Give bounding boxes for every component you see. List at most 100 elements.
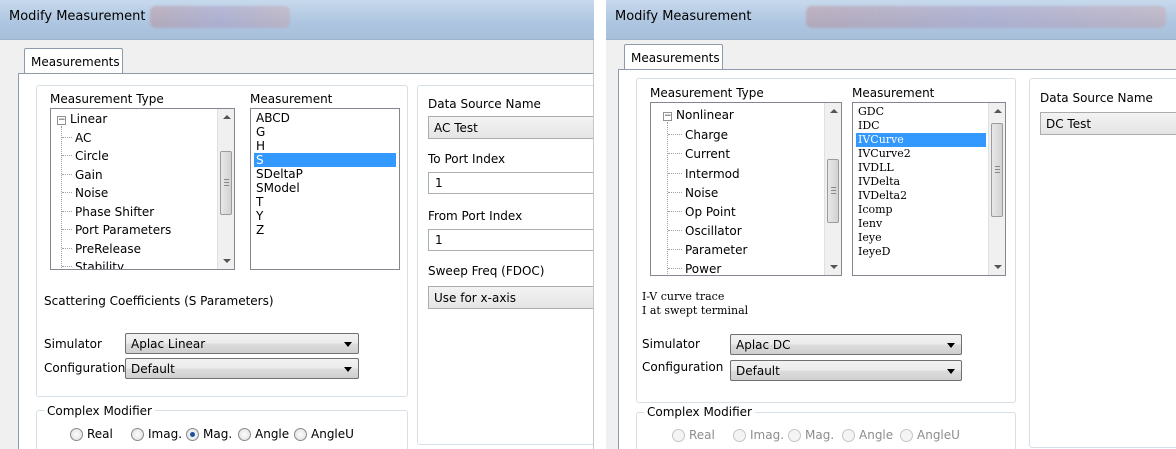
tree-item[interactable]: Oscillator — [685, 224, 742, 238]
list-item[interactable]: IeyeD — [856, 245, 986, 259]
scroll-down-icon[interactable] — [830, 265, 838, 269]
right-dialog-title: Modify Measurement — [615, 9, 752, 24]
tree-item[interactable]: Intermod — [685, 167, 740, 181]
scroll-up-icon[interactable] — [830, 109, 838, 113]
radio-imag[interactable] — [131, 428, 144, 441]
left-to-port-input[interactable]: 1 — [428, 172, 594, 194]
radio-mag[interactable] — [186, 428, 199, 441]
tree-item[interactable]: Gain — [75, 168, 103, 182]
list-item[interactable]: Y — [254, 209, 396, 223]
radio-label: Mag. — [805, 428, 835, 442]
radio-label: Real — [87, 427, 113, 441]
tree-item[interactable]: AC — [75, 131, 91, 145]
left-data-source-label: Data Source Name — [428, 97, 541, 111]
left-to-port-label: To Port Index — [428, 152, 506, 166]
left-dialog-title: Modify Measurement — [9, 9, 146, 24]
tree-item[interactable]: Op Point — [685, 205, 736, 219]
right-simulator-label: Simulator — [642, 337, 700, 351]
radio-mag[interactable] — [788, 429, 801, 442]
right-data-source-select[interactable]: DC Test — [1040, 112, 1176, 135]
tree-item[interactable]: Phase Shifter — [75, 205, 154, 219]
chevron-down-icon — [947, 343, 955, 348]
radio-angleu[interactable] — [900, 429, 913, 442]
radio-angle[interactable] — [238, 428, 251, 441]
list-item-selected[interactable]: IVCurve — [856, 133, 986, 147]
left-from-port-label: From Port Index — [428, 209, 523, 223]
tree-item-root[interactable]: Linear — [70, 112, 107, 126]
radio-angleu[interactable] — [294, 428, 307, 441]
list-item[interactable]: IDC — [856, 119, 986, 133]
right-configuration-label: Configuration — [642, 360, 724, 374]
left-measurement-type-tree[interactable]: − Linear AC Circle Gain Noise Phase Shif… — [50, 108, 235, 270]
list-item[interactable]: GDC — [856, 105, 986, 119]
list-item[interactable]: Icomp — [856, 203, 986, 217]
left-simulator-label: Simulator — [44, 337, 102, 351]
tree-item[interactable]: Charge — [685, 128, 728, 142]
collapse-icon[interactable]: − — [57, 116, 66, 125]
list-item-selected[interactable]: S — [254, 153, 396, 167]
list-scrollbar[interactable] — [988, 103, 1005, 275]
list-item[interactable]: Ienv — [856, 217, 986, 231]
list-item[interactable]: Z — [254, 223, 396, 237]
right-simulator-select[interactable]: Aplac DC — [730, 334, 962, 355]
right-configuration-select[interactable]: Default — [730, 360, 962, 381]
tree-scrollbar[interactable] — [824, 103, 841, 275]
tree-item[interactable]: Noise — [75, 186, 108, 200]
tree-item[interactable]: PreRelease — [75, 242, 141, 256]
list-item[interactable]: SDeltaP — [254, 167, 396, 181]
left-from-port-input[interactable]: 1 — [428, 229, 594, 251]
left-tab-measurements[interactable]: Measurements — [24, 48, 123, 74]
scroll-thumb[interactable] — [991, 123, 1003, 217]
list-item[interactable]: IVCurve2 — [856, 147, 986, 161]
left-configuration-select[interactable]: Default — [125, 358, 359, 379]
left-data-source-select[interactable]: AC Test — [428, 116, 594, 139]
left-sweep-select[interactable]: Use for x-axis — [428, 286, 594, 309]
left-measurement-list[interactable]: ABCD G H S SDeltaP SModel T Y Z — [250, 108, 400, 270]
tree-scrollbar[interactable] — [217, 109, 234, 269]
right-tab-measurements[interactable]: Measurements — [624, 44, 723, 70]
list-item[interactable]: T — [254, 195, 396, 209]
tree-item[interactable]: Power — [685, 262, 721, 275]
tree-item[interactable]: Stability — [75, 260, 124, 269]
right-measurement-type-label: Measurement Type — [650, 86, 764, 100]
list-item[interactable]: IVDelta — [856, 175, 986, 189]
radio-label: Imag. — [148, 427, 183, 441]
tree-item[interactable]: Circle — [75, 149, 109, 163]
left-dialog-edge — [593, 40, 594, 449]
list-item[interactable]: H — [254, 139, 396, 153]
tree-item[interactable]: Parameter — [685, 243, 747, 257]
tree-item[interactable]: Noise — [685, 186, 718, 200]
scroll-thumb[interactable] — [827, 159, 839, 223]
radio-real[interactable] — [70, 428, 83, 441]
radio-imag[interactable] — [733, 429, 746, 442]
radio-real[interactable] — [672, 429, 685, 442]
radio-label: Real — [689, 428, 715, 442]
scroll-up-icon[interactable] — [223, 115, 231, 119]
left-measurement-label: Measurement — [250, 92, 333, 106]
right-measurement-type-tree[interactable]: − Nonlinear Charge Current Intermod Nois… — [650, 102, 842, 276]
scroll-down-icon[interactable] — [994, 265, 1002, 269]
left-simulator-select[interactable]: Aplac Linear — [125, 333, 359, 354]
list-item[interactable]: Ieye — [856, 231, 986, 245]
tree-item-root[interactable]: Nonlinear — [676, 108, 734, 122]
list-item[interactable]: G — [254, 125, 396, 139]
chevron-down-icon — [947, 369, 955, 374]
right-measurement-list[interactable]: GDC IDC IVCurve IVCurve2 IVDLL IVDelta I… — [852, 102, 1006, 276]
list-item[interactable]: IVDelta2 — [856, 189, 986, 203]
right-title-bar: Modify Measurement — [606, 0, 1176, 40]
radio-label: Angle — [255, 427, 290, 441]
list-item[interactable]: IVDLL — [856, 161, 986, 175]
scroll-up-icon[interactable] — [994, 109, 1002, 113]
collapse-icon[interactable]: − — [663, 112, 672, 121]
list-item[interactable]: SModel — [254, 181, 396, 195]
scroll-thumb[interactable] — [220, 151, 232, 215]
scroll-down-icon[interactable] — [223, 259, 231, 263]
list-item[interactable]: ABCD — [254, 111, 396, 125]
radio-label: Angle — [859, 428, 894, 442]
tree-item[interactable]: Port Parameters — [75, 223, 171, 237]
tree-item[interactable]: Current — [685, 147, 730, 161]
right-dialog: Modify Measurement Measurements Measurem… — [606, 0, 1176, 449]
radio-angle[interactable] — [842, 429, 855, 442]
right-description-line1: I-V curve trace — [642, 290, 725, 303]
blurred-region — [806, 6, 1166, 28]
